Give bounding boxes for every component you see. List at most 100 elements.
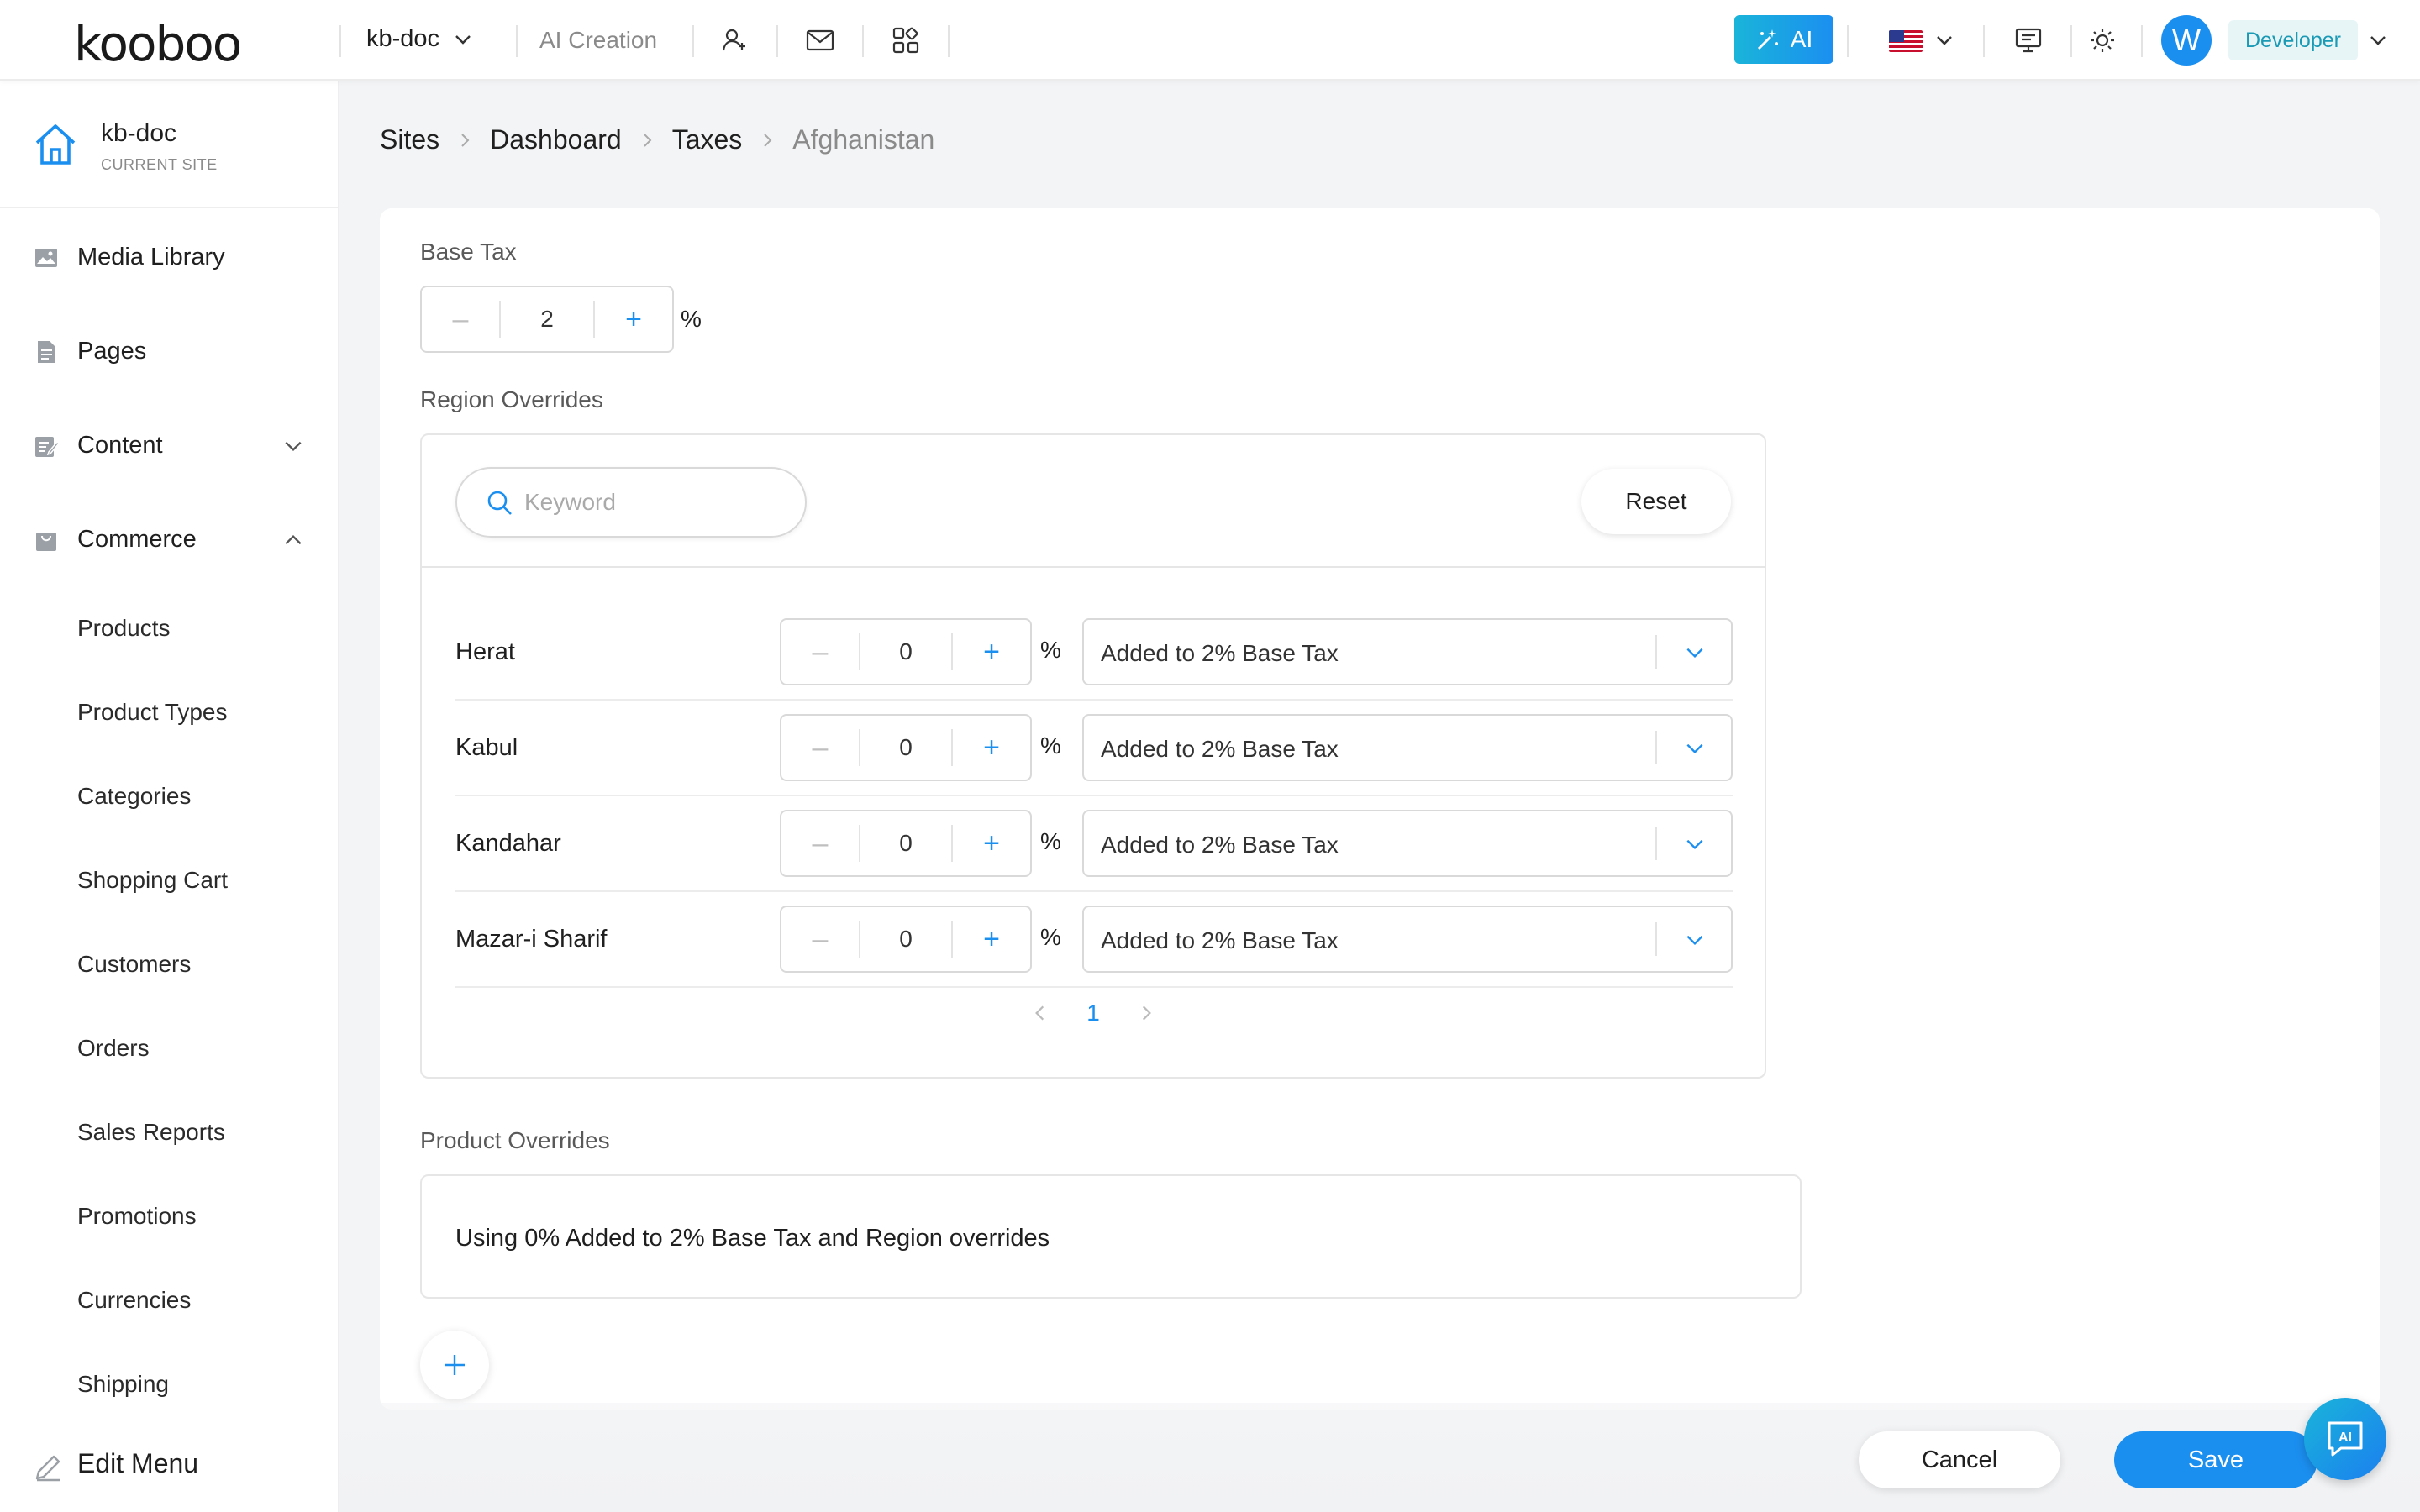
- edit-menu-button[interactable]: Edit Menu: [0, 1441, 339, 1492]
- current-site-label: CURRENT SITE: [101, 156, 218, 173]
- site-switcher[interactable]: kb-doc: [366, 25, 473, 53]
- header-divider: [776, 25, 778, 57]
- chevron-up-icon: [285, 534, 302, 545]
- decrement-button[interactable]: –: [781, 716, 859, 780]
- search-input[interactable]: [524, 484, 793, 521]
- region-tax-stepper[interactable]: – 0 +: [780, 618, 1032, 685]
- sidebar-item-label: Media Library: [77, 244, 225, 270]
- tax-mode-select[interactable]: Added to 2% Base Tax: [1082, 618, 1733, 685]
- percent-unit: %: [1040, 732, 1061, 759]
- decrement-button[interactable]: –: [781, 811, 859, 875]
- breadcrumb-taxes[interactable]: Taxes: [672, 124, 743, 155]
- sidebar-item-commerce[interactable]: Commerce: [0, 514, 339, 564]
- increment-button[interactable]: +: [953, 716, 1030, 780]
- chevron-right-icon[interactable]: [1137, 1004, 1155, 1022]
- plus-icon: [445, 1355, 465, 1375]
- pencil-icon: [35, 1455, 60, 1482]
- table-row: Kabul – 0 + % Added to 2% Base Tax: [455, 701, 1733, 796]
- reset-button[interactable]: Reset: [1581, 469, 1731, 534]
- sidebar-subitem-promotions[interactable]: Promotions: [77, 1203, 197, 1230]
- percent-unit: %: [1040, 924, 1061, 950]
- sidebar-item-content[interactable]: Content: [0, 420, 339, 470]
- sidebar-subitem-product-types[interactable]: Product Types: [77, 699, 227, 726]
- chevron-right-icon: [759, 132, 776, 149]
- header-divider: [516, 25, 518, 57]
- user-group-icon[interactable]: [718, 24, 751, 57]
- region-tax-value[interactable]: 0: [859, 921, 953, 958]
- sidebar-subitem-shipping[interactable]: Shipping: [77, 1371, 169, 1398]
- decrement-button[interactable]: –: [781, 620, 859, 684]
- sidebar-subitem-products[interactable]: Products: [77, 615, 171, 642]
- select-divider: [1655, 731, 1657, 764]
- region-name: Mazar-i Sharif: [455, 926, 608, 953]
- base-tax-value[interactable]: 2: [499, 301, 595, 338]
- header-divider: [948, 25, 950, 57]
- tax-mode-value: Added to 2% Base Tax: [1101, 736, 1339, 762]
- decrement-button[interactable]: –: [422, 287, 499, 351]
- ai-button-label: AI: [1790, 26, 1813, 52]
- tax-mode-select[interactable]: Added to 2% Base Tax: [1082, 906, 1733, 973]
- chevron-down-icon[interactable]: [2368, 30, 2388, 50]
- region-tax-value[interactable]: 0: [859, 729, 953, 766]
- chevron-right-icon: [456, 132, 473, 149]
- avatar[interactable]: W: [2161, 15, 2212, 66]
- chevron-down-icon: [455, 34, 471, 45]
- sidebar-subitem-currencies[interactable]: Currencies: [77, 1287, 191, 1314]
- increment-button[interactable]: +: [595, 287, 672, 351]
- site-switcher-label: kb-doc: [366, 25, 440, 52]
- sidebar-item-label: Commerce: [77, 526, 197, 553]
- breadcrumb-sites[interactable]: Sites: [380, 124, 439, 155]
- tax-mode-select[interactable]: Added to 2% Base Tax: [1082, 810, 1733, 877]
- tax-settings-card: Base Tax – 2 + % Region Overrides Reset …: [380, 208, 2380, 1410]
- region-tax-stepper[interactable]: – 0 +: [780, 714, 1032, 781]
- table-row: Herat – 0 + % Added to 2% Base Tax: [455, 605, 1733, 701]
- increment-button[interactable]: +: [953, 620, 1030, 684]
- base-tax-label: Base Tax: [420, 239, 517, 265]
- sidebar-item-pages[interactable]: Pages: [0, 326, 339, 376]
- current-site[interactable]: kb-doc CURRENT SITE: [0, 81, 339, 208]
- region-tax-stepper[interactable]: – 0 +: [780, 810, 1032, 877]
- ai-chat-button[interactable]: AI: [2304, 1398, 2386, 1480]
- sidebar-item-media-library[interactable]: Media Library: [0, 232, 339, 282]
- header-divider: [862, 25, 864, 57]
- monitor-icon[interactable]: [2012, 24, 2045, 57]
- increment-button[interactable]: +: [953, 907, 1030, 971]
- cancel-button[interactable]: Cancel: [1859, 1431, 2060, 1488]
- page-number[interactable]: 1: [1086, 1000, 1100, 1026]
- select-divider: [1655, 827, 1657, 860]
- us-flag-icon[interactable]: [1889, 30, 1923, 52]
- save-button[interactable]: Save: [2114, 1431, 2317, 1488]
- apps-grid-icon[interactable]: [889, 24, 923, 57]
- sidebar: kb-doc CURRENT SITE Media Library Pages …: [0, 81, 339, 1512]
- kooboo-logo[interactable]: kooboo: [74, 15, 242, 72]
- percent-unit: %: [1040, 828, 1061, 854]
- sidebar-subitem-sales-reports[interactable]: Sales Reports: [77, 1119, 225, 1146]
- base-tax-stepper[interactable]: – 2 +: [420, 286, 674, 353]
- role-badge[interactable]: Developer: [2228, 20, 2358, 60]
- ai-button[interactable]: AI: [1734, 15, 1833, 64]
- chevron-left-icon[interactable]: [1031, 1004, 1050, 1022]
- chevron-down-icon: [1686, 839, 1703, 850]
- sidebar-subitem-shopping-cart[interactable]: Shopping Cart: [77, 867, 228, 894]
- chevron-down-icon: [285, 441, 302, 452]
- sun-icon[interactable]: [2086, 24, 2119, 57]
- sidebar-subitem-customers[interactable]: Customers: [77, 951, 191, 978]
- action-footer: Cancel Save: [339, 1403, 2420, 1512]
- tax-mode-select[interactable]: Added to 2% Base Tax: [1082, 714, 1733, 781]
- add-product-override-button[interactable]: [420, 1331, 489, 1399]
- select-divider: [1655, 635, 1657, 669]
- sidebar-item-label: Content: [77, 432, 163, 459]
- sidebar-subitem-categories[interactable]: Categories: [77, 783, 191, 810]
- region-tax-stepper[interactable]: – 0 +: [780, 906, 1032, 973]
- mail-icon[interactable]: [803, 24, 837, 57]
- region-tax-value[interactable]: 0: [859, 633, 953, 670]
- breadcrumb-dashboard[interactable]: Dashboard: [490, 124, 622, 155]
- chevron-down-icon[interactable]: [1934, 30, 1954, 50]
- sidebar-subitem-orders[interactable]: Orders: [77, 1035, 150, 1062]
- search-field[interactable]: [455, 467, 807, 538]
- select-divider: [1655, 922, 1657, 956]
- ai-creation-link[interactable]: AI Creation: [539, 27, 657, 54]
- decrement-button[interactable]: –: [781, 907, 859, 971]
- increment-button[interactable]: +: [953, 811, 1030, 875]
- region-tax-value[interactable]: 0: [859, 825, 953, 862]
